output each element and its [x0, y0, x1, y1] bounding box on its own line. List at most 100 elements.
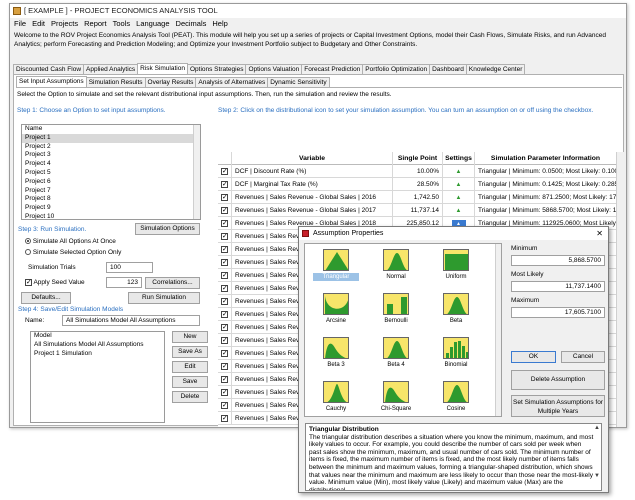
tab-dashboard[interactable]: Dashboard [429, 64, 467, 74]
row-checkbox[interactable]: ✓ [218, 373, 232, 386]
list-item[interactable]: Project 1 Simulation [31, 350, 164, 359]
list-item[interactable]: Project 10 [22, 213, 200, 219]
likely-input[interactable]: 11,737.1400 [511, 281, 605, 292]
row-checkbox[interactable]: ✓ [218, 204, 232, 217]
minimum-input[interactable]: 5,868.5700 [511, 255, 605, 266]
row-checkbox[interactable]: ✓ [218, 282, 232, 295]
list-item[interactable]: All Simulations Model All Assumptions [31, 341, 164, 350]
tab-options-valuation[interactable]: Options Valuation [245, 64, 303, 74]
distribution-settings-icon[interactable]: ▲ [452, 181, 466, 189]
seed-input[interactable]: 123 [106, 277, 142, 288]
distribution-beta-4[interactable]: Beta 4 [373, 334, 419, 378]
multiple-years-button[interactable]: Set Simulation Assumptions for Multiple … [511, 395, 605, 417]
cell-settings[interactable]: ▲ [443, 178, 475, 191]
list-item[interactable]: Project 9 [22, 204, 200, 213]
tab-forecast-prediction[interactable]: Forecast Prediction [301, 64, 364, 74]
row-checkbox[interactable]: ✓ [218, 217, 232, 230]
distribution-settings-icon[interactable]: ▲ [452, 207, 466, 215]
row-checkbox[interactable]: ✓ [218, 178, 232, 191]
distribution-settings-icon[interactable]: ▲ [452, 194, 466, 202]
distribution-cauchy[interactable]: Cauchy [313, 378, 359, 416]
model-name-input[interactable]: All Simulations Model All Assumptions [62, 315, 200, 326]
table-row[interactable]: ✓ Revenues | Sales Revenue - Global Sales… [218, 204, 624, 217]
distribution-binomial[interactable]: Binomial [433, 334, 479, 378]
project-list-scrollbar[interactable] [193, 125, 200, 219]
list-item[interactable]: Project 7 [22, 187, 200, 196]
menu-item-projects[interactable]: Projects [51, 18, 78, 30]
simulation-options-button[interactable]: Simulation Options [135, 223, 200, 235]
grid-scrollbar[interactable] [616, 152, 624, 427]
row-checkbox[interactable]: ✓ [218, 321, 232, 334]
distribution-settings-icon[interactable]: ▲ [452, 168, 466, 176]
subtab-dynamic-sensitivity[interactable]: Dynamic Sensitivity [267, 77, 330, 87]
table-row[interactable]: ✓ Revenues | Sales Revenue - Global Sales… [218, 191, 624, 204]
menu-item-report[interactable]: Report [84, 18, 107, 30]
list-item[interactable]: Project 3 [22, 151, 200, 160]
row-checkbox[interactable]: ✓ [218, 256, 232, 269]
gallery-scrollbar[interactable] [495, 244, 501, 416]
list-item[interactable]: Project 6 [22, 178, 200, 187]
distribution-beta-3[interactable]: Beta 3 [313, 334, 359, 378]
edit-button[interactable]: Edit [172, 361, 208, 373]
row-checkbox[interactable]: ✓ [218, 191, 232, 204]
menu-item-edit[interactable]: Edit [32, 18, 45, 30]
tab-applied-analytics[interactable]: Applied Analytics [83, 64, 139, 74]
distribution-uniform[interactable]: Uniform [433, 246, 479, 290]
table-row[interactable]: ✓ DCF | Discount Rate (%) 10.00% ▲ Triangula… [218, 165, 624, 178]
distribution-arcsine[interactable]: Arcsine [313, 290, 359, 334]
distribution-normal[interactable]: Normal [373, 246, 419, 290]
tab-options-strategies[interactable]: Options Strategies [186, 64, 247, 74]
menu-item-help[interactable]: Help [212, 18, 227, 30]
row-checkbox[interactable]: ✓ [218, 386, 232, 399]
list-item[interactable]: Project 2 [22, 143, 200, 152]
delete-assumption-button[interactable]: Delete Assumption [511, 370, 605, 390]
list-item[interactable]: Project 4 [22, 160, 200, 169]
correlations-button[interactable]: Correlations... [145, 277, 200, 289]
seed-checkbox[interactable]: ✓ Apply Seed Value [25, 279, 85, 287]
row-checkbox[interactable]: ✓ [218, 230, 232, 243]
row-checkbox[interactable]: ✓ [218, 412, 232, 425]
row-checkbox[interactable]: ✓ [218, 334, 232, 347]
run-simulation-button[interactable]: Run Simulation [128, 292, 200, 304]
cancel-button[interactable]: Cancel [561, 351, 605, 363]
menu-item-decimals[interactable]: Decimals [176, 18, 207, 30]
radio-simulate-all[interactable]: Simulate All Options At Once [25, 238, 116, 246]
tab-discounted-cash-flow[interactable]: Discounted Cash Flow [13, 64, 85, 74]
tab-risk-simulation[interactable]: Risk Simulation [137, 63, 188, 74]
trials-input[interactable]: 100 [106, 262, 153, 273]
save-button[interactable]: Save [172, 376, 208, 388]
row-checkbox[interactable]: ✓ [218, 399, 232, 412]
row-checkbox[interactable]: ✓ [218, 347, 232, 360]
ok-button[interactable]: OK [511, 351, 556, 363]
cell-settings[interactable]: ▲ [443, 191, 475, 204]
distribution-cosine[interactable]: Cosine [433, 378, 479, 416]
subtab-overlay-results[interactable]: Overlay Results [144, 77, 197, 87]
save-as-button[interactable]: Save As [172, 346, 208, 358]
new-button[interactable]: New [172, 331, 208, 343]
subtab-analysis-of-alternatives[interactable]: Analysis of Alternatives [195, 77, 269, 87]
row-checkbox[interactable]: ✓ [218, 269, 232, 282]
distribution-beta[interactable]: Beta [433, 290, 479, 334]
description-scrollbar[interactable]: ▲ ▼ [593, 424, 601, 490]
delete-button[interactable]: Delete [172, 391, 208, 403]
row-checkbox[interactable]: ✓ [218, 308, 232, 321]
radio-simulate-selected[interactable]: Simulate Selected Option Only [25, 249, 121, 257]
list-item[interactable]: Project 1 [22, 133, 200, 143]
menu-item-tools[interactable]: Tools [113, 18, 131, 30]
defaults-button[interactable]: Defaults... [21, 292, 71, 304]
tab-knowledge-center[interactable]: Knowledge Center [465, 64, 526, 74]
subtab-set-input-assumptions[interactable]: Set Input Assumptions [16, 76, 87, 87]
menu-item-language[interactable]: Language [136, 18, 169, 30]
row-checkbox[interactable]: ✓ [218, 243, 232, 256]
model-list[interactable]: Model All Simulations Model All Assumptio… [30, 331, 165, 423]
distribution-triangular[interactable]: Triangular [313, 246, 359, 290]
row-checkbox[interactable]: ✓ [218, 295, 232, 308]
row-checkbox[interactable]: ✓ [218, 165, 232, 178]
tab-portfolio-optimization[interactable]: Portfolio Optimization [362, 64, 431, 74]
menu-item-file[interactable]: File [14, 18, 26, 30]
subtab-simulation-results[interactable]: Simulation Results [85, 77, 146, 87]
maximum-input[interactable]: 17,605.7100 [511, 307, 605, 318]
table-row[interactable]: ✓ DCF | Marginal Tax Rate (%) 28.50% ▲ Trian… [218, 178, 624, 191]
distribution-bernoulli[interactable]: Bernoulli [373, 290, 419, 334]
close-icon[interactable]: ✕ [596, 227, 603, 240]
